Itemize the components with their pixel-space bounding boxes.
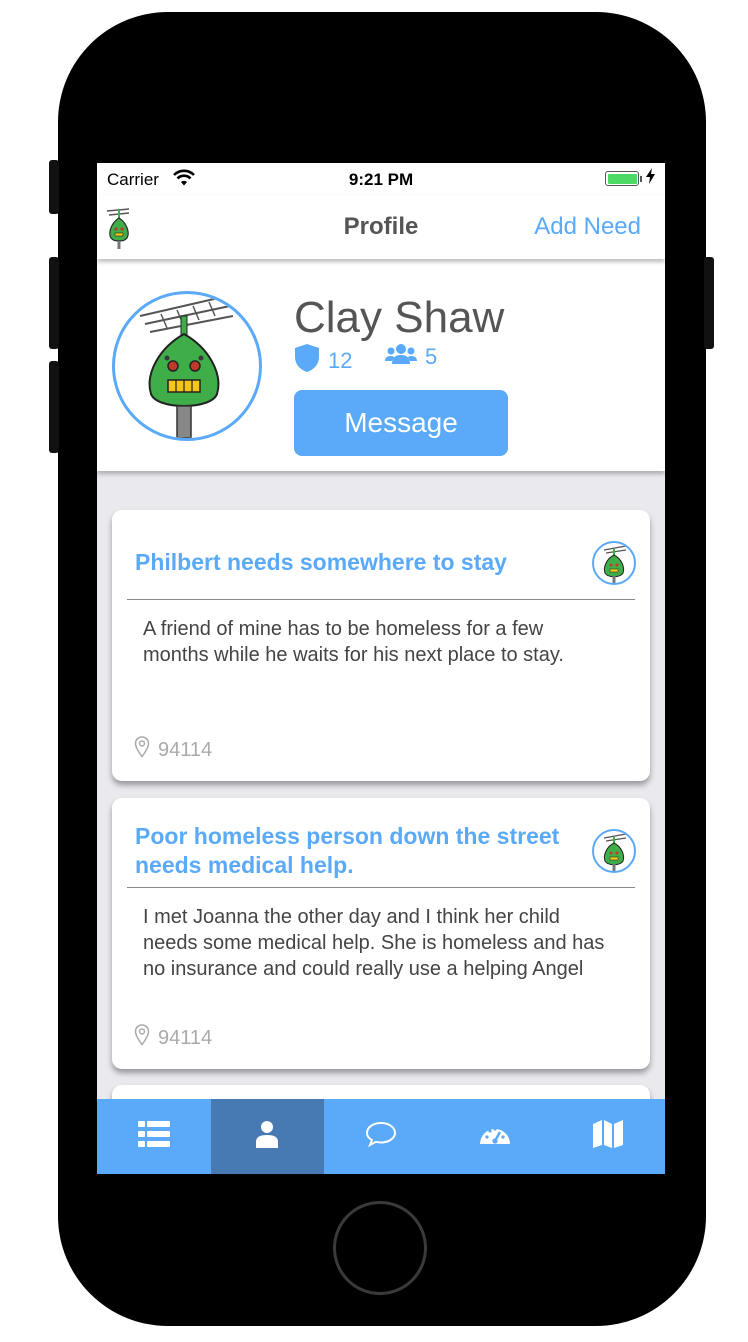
- chat-icon: [365, 1121, 397, 1152]
- group-icon: [385, 343, 417, 371]
- dashboard-icon: [479, 1122, 511, 1151]
- shield-icon: [294, 343, 320, 379]
- profile-icon: [255, 1120, 279, 1153]
- profile-name: Clay Shaw: [294, 293, 505, 342]
- navigation-bar: Profile Add Need: [97, 195, 665, 259]
- location-pin-icon: [134, 736, 150, 764]
- need-location: 94114: [134, 1024, 212, 1052]
- status-time: 9:21 PM: [348, 170, 414, 189]
- robot-avatar-icon[interactable]: [592, 541, 636, 585]
- need-zip: 94114: [158, 1026, 213, 1049]
- card-divider: [127, 887, 635, 888]
- status-bar: Carrier 9:21 PM: [97, 163, 665, 195]
- map-icon: [592, 1119, 624, 1154]
- robot-avatar-icon[interactable]: [592, 829, 636, 873]
- message-button[interactable]: Message: [294, 390, 508, 456]
- need-card[interactable]: Poor homeless person down the street nee…: [112, 798, 650, 1069]
- need-card[interactable]: Philbert needs somewhere to stay A frien…: [112, 510, 650, 781]
- friends-stat: 5: [385, 343, 437, 371]
- mute-switch: [49, 160, 59, 214]
- tab-dashboard[interactable]: [438, 1099, 552, 1174]
- volume-up-button: [49, 257, 59, 349]
- tab-map[interactable]: [551, 1099, 665, 1174]
- location-pin-icon: [134, 1024, 150, 1052]
- tab-profile[interactable]: [210, 1099, 325, 1174]
- need-location: 94114: [134, 736, 212, 764]
- card-divider: [127, 599, 635, 600]
- list-icon: [137, 1121, 170, 1152]
- tab-needs-list[interactable]: [97, 1099, 211, 1174]
- add-need-button[interactable]: Add Need: [534, 213, 641, 241]
- volume-down-button: [49, 361, 59, 453]
- battery-icon: [605, 171, 639, 186]
- need-description: A friend of mine has to be homeless for …: [143, 618, 564, 666]
- angels-count: 12: [328, 348, 353, 373]
- need-description: I met Joanna the other day and I think h…: [143, 906, 605, 980]
- needs-feed[interactable]: Philbert needs somewhere to stay A frien…: [97, 471, 665, 1145]
- charging-bolt-icon: [646, 168, 655, 188]
- angels-stat: 12: [294, 343, 352, 379]
- app-screen: Carrier 9:21 PM Profile Add Need Clay Sh…: [97, 163, 665, 1174]
- need-title[interactable]: Philbert needs somewhere to stay: [135, 548, 595, 577]
- need-zip: 94114: [158, 738, 213, 761]
- power-button: [704, 257, 714, 349]
- tab-messages[interactable]: [324, 1099, 438, 1174]
- home-button[interactable]: [333, 1201, 427, 1295]
- friends-count: 5: [425, 344, 438, 369]
- robot-avatar-icon: [112, 291, 262, 441]
- profile-header: Clay Shaw 12 5 Message: [97, 259, 665, 471]
- battery-tip: [640, 176, 642, 182]
- need-title[interactable]: Poor homeless person down the street nee…: [135, 822, 595, 880]
- tab-bar: [97, 1099, 665, 1174]
